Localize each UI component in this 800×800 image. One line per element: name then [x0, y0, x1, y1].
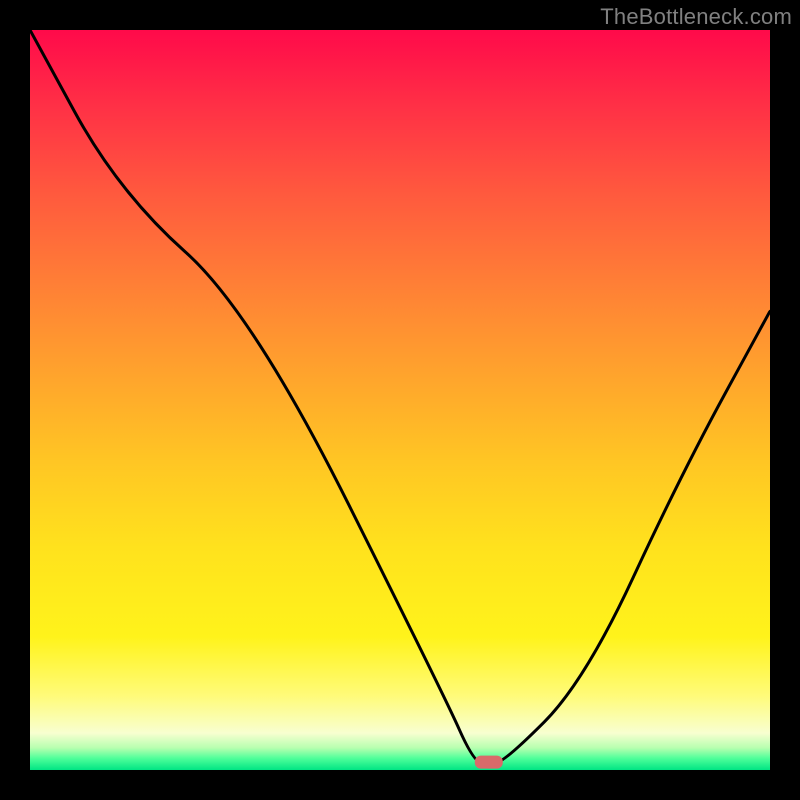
minimum-marker: [475, 756, 503, 769]
plot-area: [30, 30, 770, 770]
attribution-label: TheBottleneck.com: [600, 4, 792, 30]
data-curve: [30, 30, 770, 763]
chart-svg: [30, 30, 770, 770]
chart-frame: TheBottleneck.com: [0, 0, 800, 800]
